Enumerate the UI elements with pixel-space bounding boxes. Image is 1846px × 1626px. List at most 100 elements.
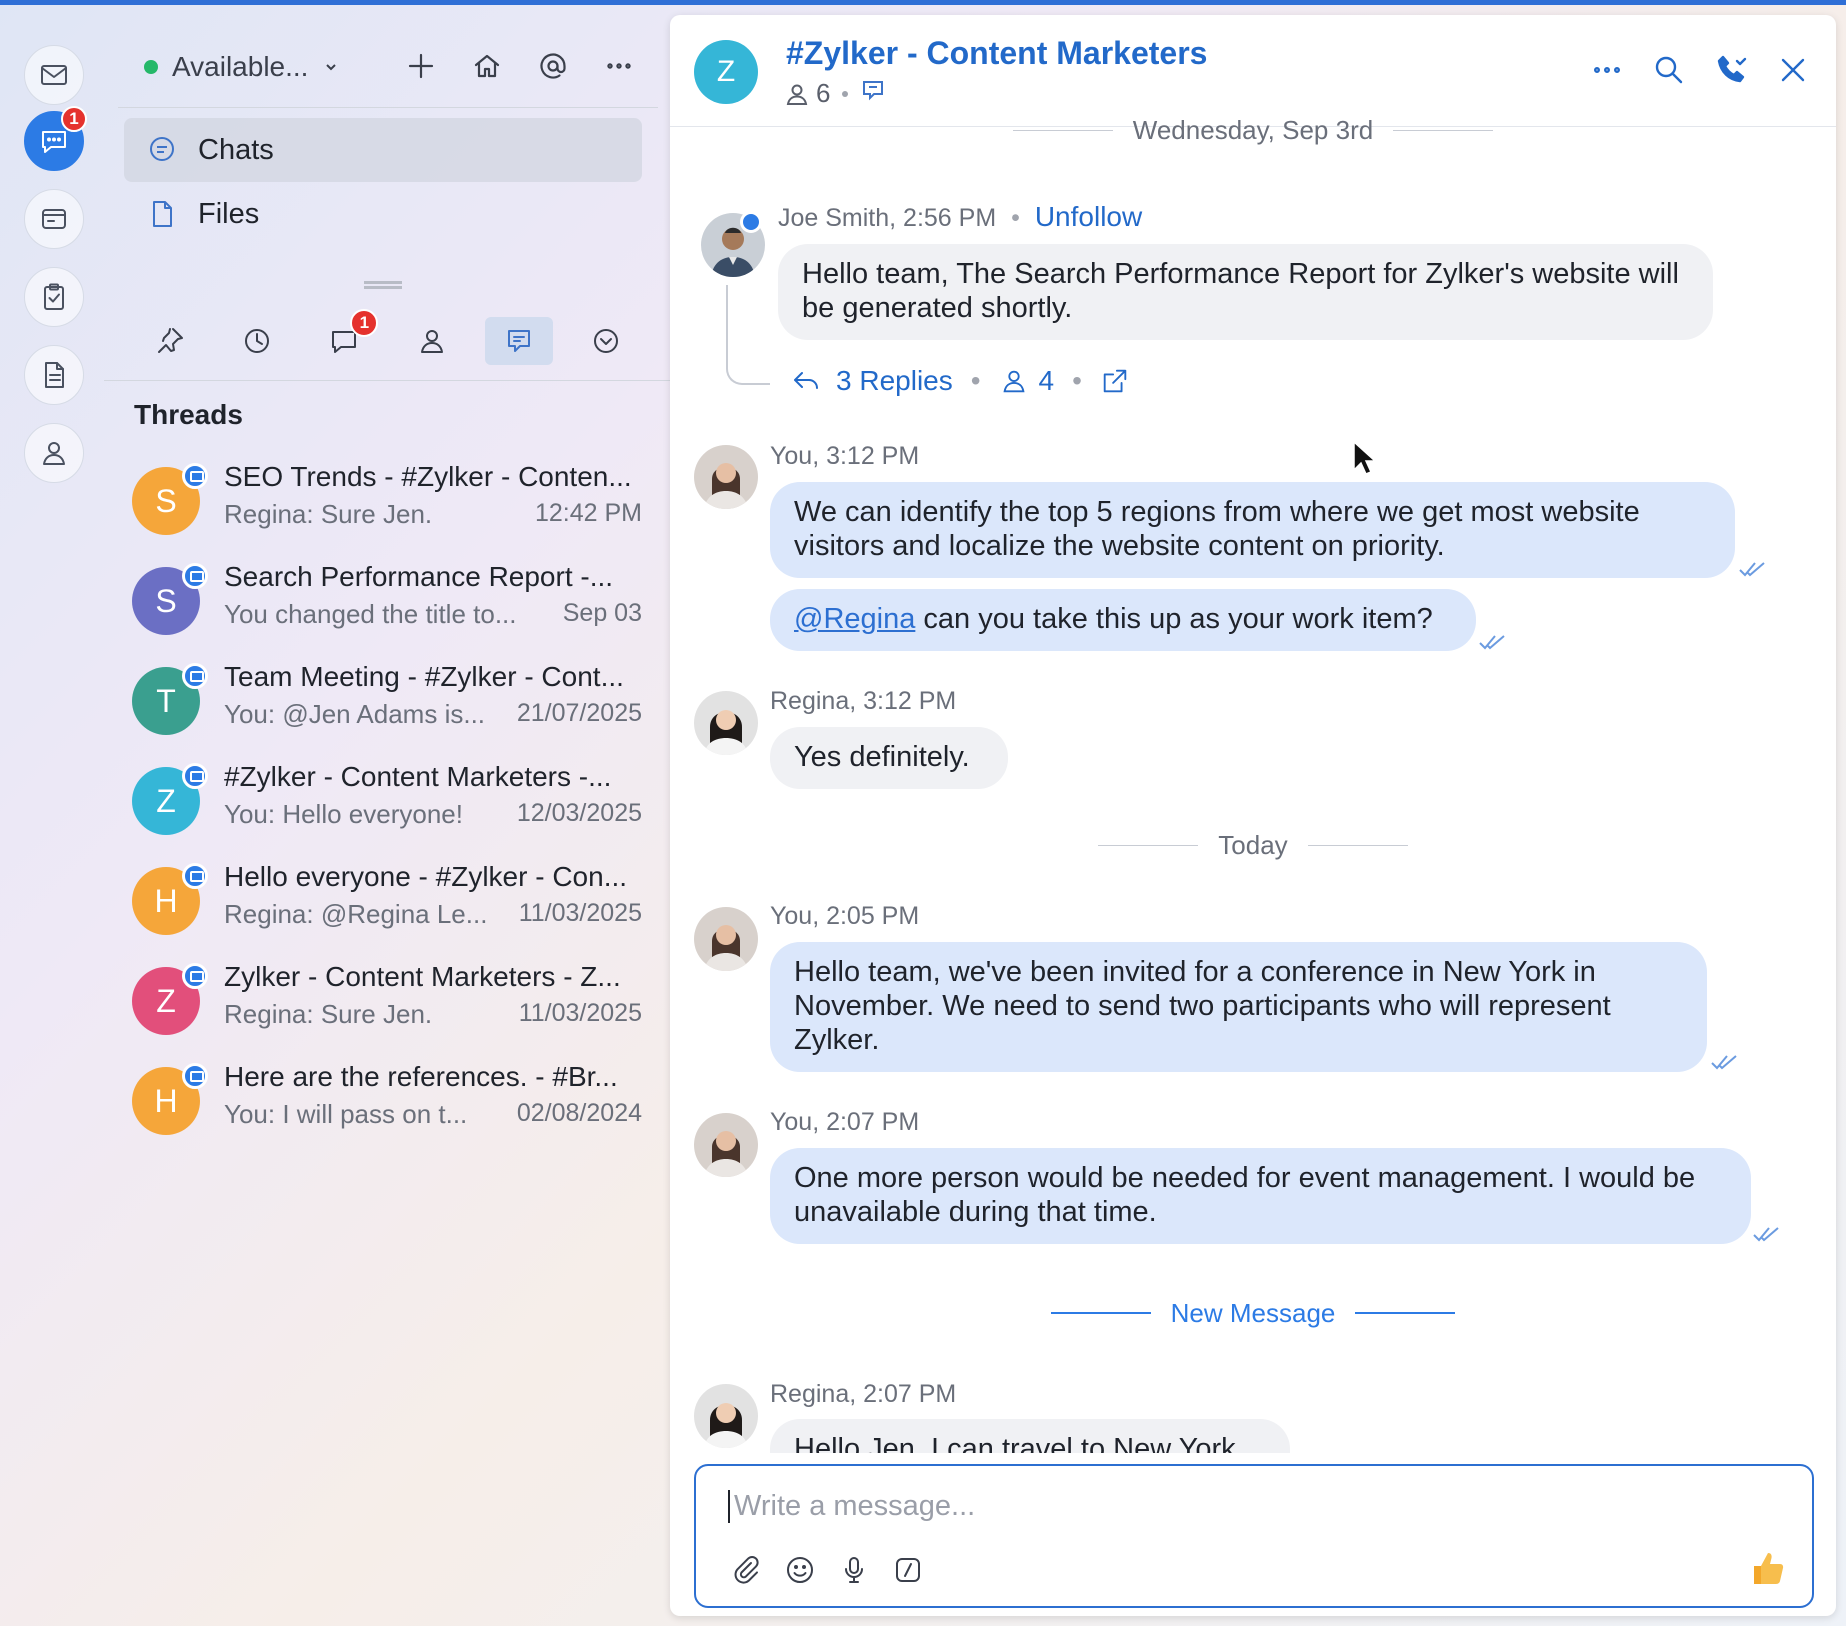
status-dot <box>144 60 158 74</box>
channel-title[interactable]: #Zylker - Content Marketers <box>786 35 1207 72</box>
you-photo-icon <box>694 445 758 509</box>
member-count[interactable]: 6 <box>816 78 830 109</box>
avatar-regina[interactable] <box>694 691 758 755</box>
chat-icon <box>42 131 66 153</box>
tab-contacts[interactable] <box>398 317 466 365</box>
person-icon <box>43 442 65 465</box>
rail-inbox-button[interactable] <box>24 189 84 249</box>
rail-contacts-button[interactable] <box>24 423 84 483</box>
tab-recent[interactable] <box>223 317 291 365</box>
message-bubble-you[interactable]: One more person would be needed for even… <box>770 1148 1751 1244</box>
thread-badge-icon <box>182 863 208 889</box>
tab-threads[interactable] <box>484 317 553 365</box>
separator-dot <box>842 90 849 97</box>
close-chat-button[interactable] <box>1774 51 1812 89</box>
message-bubble-you-mention[interactable]: @Regina can you take this up as your wor… <box>770 589 1476 651</box>
avatar-you[interactable] <box>694 907 758 971</box>
voice-button[interactable] <box>838 1554 870 1586</box>
thread-time: 12:42 PM <box>534 499 642 527</box>
message-meta-you: You, 3:12 PM <box>770 442 920 470</box>
avatar-you[interactable] <box>694 445 758 509</box>
chat-list-panel: Available... Chats Files 1 Threads S SEO … <box>104 5 672 1626</box>
status-selector[interactable]: Available... <box>144 45 338 89</box>
date-separator-today: Today <box>670 827 1836 863</box>
chat-header: Z #Zylker - Content Marketers 6 <box>670 15 1836 127</box>
thread-connector <box>726 285 770 385</box>
channel-avatar[interactable]: Z <box>694 40 758 104</box>
message-composer[interactable]: Write a message... <box>694 1464 1814 1608</box>
participants-count[interactable]: 4 <box>1039 365 1055 397</box>
message-bubble-regina[interactable]: Hello Jen, I can travel to New York <box>770 1419 1290 1453</box>
thread-item[interactable]: S SEO Trends - #Zylker - Conten... Regina:… <box>132 449 642 549</box>
thread-item[interactable]: H Hello everyone - #Zylker - Con... Regina… <box>132 849 642 949</box>
rail-mail-button[interactable] <box>24 45 84 105</box>
microphone-icon <box>845 1557 863 1583</box>
rail-notes-button[interactable] <box>24 345 84 405</box>
rail-chat-button[interactable]: 1 <box>24 106 87 171</box>
thread-item[interactable]: H Here are the references. - #Br... You: I… <box>132 1049 642 1149</box>
rail-tasks-button[interactable] <box>24 267 84 327</box>
attach-button[interactable] <box>730 1554 762 1586</box>
avatar-regina[interactable] <box>694 1384 758 1448</box>
mouse-cursor-icon <box>1353 440 1376 475</box>
thread-item[interactable]: T Team Meeting - #Zylker - Cont... You: @J… <box>132 649 642 749</box>
thread-title: Zylker - Content Marketers - Z... <box>224 961 621 992</box>
threads-heading: Threads <box>134 399 243 430</box>
message-bubble-regina[interactable]: Yes definitely. <box>770 727 1008 789</box>
tab-pinned[interactable] <box>136 317 204 365</box>
emoji-button[interactable] <box>784 1554 816 1586</box>
nav-files[interactable]: Files <box>124 182 642 246</box>
mention-message-text: can you take this up as your work item? <box>915 603 1433 635</box>
thread-time: 02/08/2024 <box>516 1099 642 1127</box>
panel-toolbar <box>398 43 642 89</box>
thread-title: Search Performance Report -... <box>224 561 614 592</box>
slash-command-button[interactable] <box>892 1554 924 1586</box>
home-button[interactable] <box>464 43 510 89</box>
thread-badge-icon <box>182 763 208 789</box>
chat-more-button[interactable] <box>1588 51 1626 89</box>
replies-link[interactable]: 3 Replies <box>836 365 953 397</box>
new-message-separator: New Message <box>670 1295 1836 1331</box>
message-bubble-you[interactable]: We can identify the top 5 regions from w… <box>770 482 1735 578</box>
external-link-icon[interactable] <box>1100 366 1130 396</box>
panel-divider <box>118 107 658 108</box>
call-button[interactable] <box>1712 51 1750 89</box>
plus-icon <box>408 53 434 79</box>
thread-reply-bar: 3 Replies • 4 • <box>790 365 1130 397</box>
thread-time: Sep 03 <box>562 599 642 627</box>
pin-icon <box>158 328 183 353</box>
message-input[interactable]: Write a message... <box>728 1490 975 1523</box>
chat-window: Z #Zylker - Content Marketers 6 Wednesda… <box>670 15 1836 1616</box>
document-icon <box>45 362 64 388</box>
nav-chats[interactable]: Chats <box>124 118 642 182</box>
mention-regina[interactable]: @Regina <box>794 603 915 635</box>
mentions-button[interactable] <box>530 43 576 89</box>
tabs-divider <box>104 380 672 381</box>
thread-title: SEO Trends - #Zylker - Conten... <box>224 461 632 492</box>
chat-search-button[interactable] <box>1650 51 1688 89</box>
thread-badge-icon <box>182 563 208 589</box>
thread-item[interactable]: S Search Performance Report -... You chang… <box>132 549 642 649</box>
thumbs-up-icon <box>1754 1553 1784 1584</box>
thread-title: Team Meeting - #Zylker - Cont... <box>224 661 624 692</box>
message-bubble-joe[interactable]: Hello team, The Search Performance Repor… <box>778 244 1713 340</box>
message-bubble-you[interactable]: Hello team, we've been invited for a con… <box>770 942 1707 1072</box>
unfollow-link[interactable]: Unfollow <box>1035 201 1142 232</box>
thread-info-button[interactable] <box>860 77 892 110</box>
thread-item[interactable]: Z Zylker - Content Marketers - Z... Regina… <box>132 949 642 1049</box>
thread-preview: Regina: @Regina Le... <box>224 899 488 929</box>
avatar-you[interactable] <box>694 1113 758 1177</box>
more-options-button[interactable] <box>596 43 642 89</box>
new-chat-button[interactable] <box>398 43 444 89</box>
thread-preview: Regina: Sure Jen. <box>224 499 433 529</box>
file-icon <box>153 201 172 227</box>
resize-handle[interactable] <box>364 281 402 289</box>
thread-item[interactable]: Z #Zylker - Content Marketers -... You: He… <box>132 749 642 849</box>
smiley-icon <box>787 1557 813 1583</box>
tab-more[interactable] <box>572 317 640 365</box>
thread-preview: You: Hello everyone! <box>224 799 463 829</box>
thread-starter-badge <box>740 211 762 233</box>
thread-title: Hello everyone - #Zylker - Con... <box>224 861 628 892</box>
tab-chats[interactable]: 1 <box>310 309 379 365</box>
thumbs-up-button[interactable] <box>1748 1548 1788 1598</box>
